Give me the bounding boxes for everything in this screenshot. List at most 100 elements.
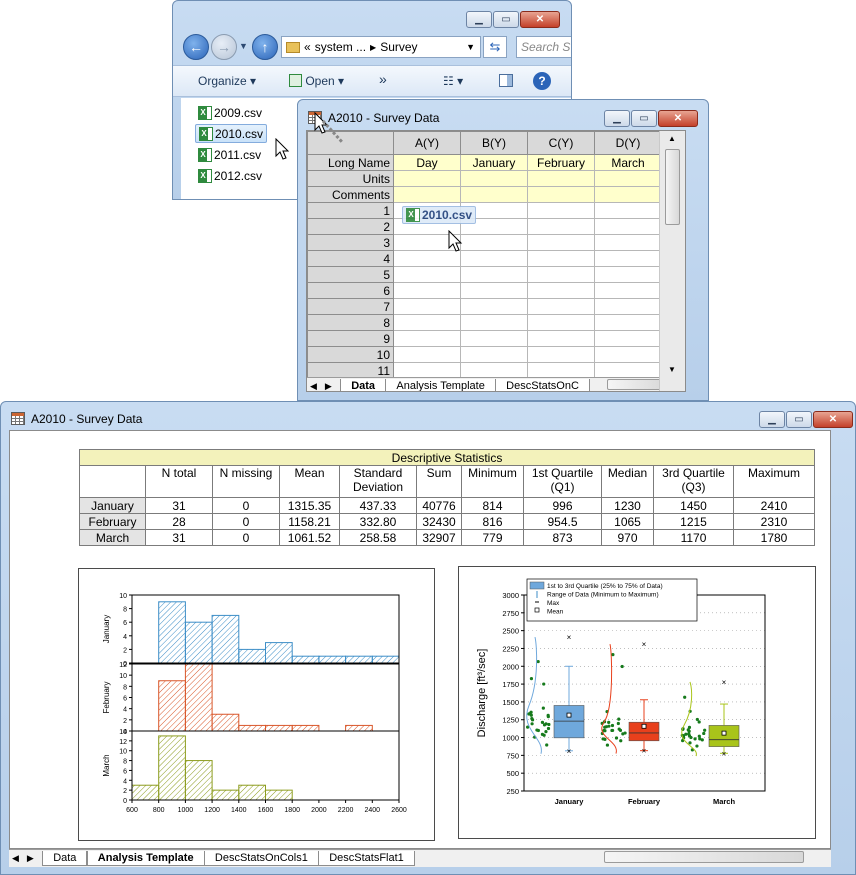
minimize-button[interactable]: ▁ [466, 11, 492, 28]
data-cell[interactable] [594, 346, 662, 363]
data-cell[interactable] [594, 218, 662, 235]
data-cell[interactable] [527, 234, 595, 251]
breadcrumb-parent[interactable]: system ... [315, 40, 366, 54]
close-button[interactable]: ✕ [813, 411, 853, 428]
row-label[interactable]: Long Name [307, 154, 394, 171]
data-cell[interactable] [594, 330, 662, 347]
units-cell[interactable] [393, 170, 461, 187]
data-cell[interactable] [527, 298, 595, 315]
vertical-scrollbar[interactable]: ▲ ▼ [659, 131, 685, 391]
row-number[interactable]: 3 [307, 234, 394, 251]
tab-nav-prev-icon[interactable]: ◀ [307, 381, 320, 391]
row-number[interactable]: 5 [307, 266, 394, 283]
units-cell[interactable] [527, 170, 595, 187]
data-cell[interactable] [594, 234, 662, 251]
tab-nav-next-icon[interactable]: ▶ [320, 381, 337, 391]
data-cell[interactable] [594, 314, 662, 331]
tab-data[interactable]: Data [42, 851, 88, 866]
data-cell[interactable] [527, 218, 595, 235]
column-header[interactable]: C(Y) [527, 131, 595, 155]
data-cell[interactable] [460, 282, 528, 299]
data-cell[interactable] [527, 202, 595, 219]
data-cell[interactable] [594, 202, 662, 219]
row-number[interactable]: 9 [307, 330, 394, 347]
units-cell[interactable] [594, 170, 662, 187]
data-cell[interactable] [393, 298, 461, 315]
scroll-down-icon[interactable]: ▼ [668, 365, 676, 374]
maximize-button[interactable]: ▭ [493, 11, 519, 28]
comments-cell[interactable] [460, 186, 528, 203]
comments-cell[interactable] [594, 186, 662, 203]
column-header[interactable]: B(Y) [460, 131, 528, 155]
file-item[interactable]: 2012.csv [195, 166, 265, 185]
data-cell[interactable] [460, 346, 528, 363]
long-name-cell[interactable]: March [594, 154, 662, 171]
row-label[interactable]: Units [307, 170, 394, 187]
row-number[interactable]: 6 [307, 282, 394, 299]
comments-cell[interactable] [527, 186, 595, 203]
data-cell[interactable] [594, 250, 662, 267]
row-number[interactable]: 10 [307, 346, 394, 363]
histogram-graph[interactable]: 0 2 4 6 8 10 January 0 2 4 6 8 10 12 February 0 2 4 6 8 10 12… [78, 568, 435, 841]
tab-descstatsflat1[interactable]: DescStatsFlat1 [318, 851, 415, 866]
column-header[interactable]: A(Y) [393, 131, 461, 155]
help-icon[interactable]: ? [533, 72, 551, 90]
row-label[interactable]: Comments [307, 186, 394, 203]
file-item-selected[interactable]: 2010.csv [195, 124, 268, 143]
data-cell[interactable] [393, 330, 461, 347]
search-input[interactable]: Search S [516, 36, 571, 58]
data-cell[interactable] [460, 298, 528, 315]
data-cell[interactable] [527, 314, 595, 331]
recent-pages-chevron-icon[interactable]: ▼ [239, 41, 248, 51]
data-cell[interactable] [460, 234, 528, 251]
address-bar[interactable]: « system ... ▶ Survey ▼ [281, 36, 481, 58]
maximize-button[interactable]: ▭ [631, 110, 657, 127]
close-button[interactable]: ✕ [658, 110, 698, 127]
view-options-icon[interactable]: ☷ ▾ [443, 74, 463, 88]
data-cell[interactable] [527, 266, 595, 283]
forward-button[interactable]: → [211, 34, 237, 60]
data-cell[interactable] [527, 250, 595, 267]
tab-analysis-template[interactable]: Analysis Template [385, 379, 496, 391]
units-cell[interactable] [460, 170, 528, 187]
data-cell[interactable] [594, 298, 662, 315]
comments-cell[interactable] [393, 186, 461, 203]
tab-nav-next-icon[interactable]: ▶ [22, 853, 39, 863]
organize-menu[interactable]: Organize ▾ [198, 74, 256, 88]
data-cell[interactable] [460, 330, 528, 347]
data-cell[interactable] [527, 346, 595, 363]
minimize-button[interactable]: ▁ [759, 411, 785, 428]
file-item[interactable]: 2009.csv [195, 103, 265, 122]
data-cell[interactable] [460, 266, 528, 283]
worksheet-grid[interactable]: A(Y) B(Y) C(Y) D(Y) Long Name Day Januar… [306, 130, 686, 392]
row-number[interactable]: 7 [307, 298, 394, 315]
long-name-cell[interactable]: January [460, 154, 528, 171]
up-button[interactable]: ↑ [252, 34, 278, 60]
data-cell[interactable] [393, 282, 461, 299]
address-dropdown-icon[interactable]: ▼ [466, 42, 475, 52]
data-cell[interactable] [393, 314, 461, 331]
horizontal-scrollbar-thumb[interactable] [607, 379, 659, 390]
minimize-button[interactable]: ▁ [604, 110, 630, 127]
boxplot-graph[interactable]: 250 500 750 1000 1250 1500 1750 2000 2250 2500 275… [458, 566, 816, 839]
horizontal-scrollbar-thumb[interactable] [604, 851, 805, 863]
data-cell[interactable] [393, 346, 461, 363]
row-number[interactable]: 8 [307, 314, 394, 331]
row-number[interactable]: 4 [307, 250, 394, 267]
tab-descstats[interactable]: DescStatsOnC [495, 379, 590, 391]
maximize-button[interactable]: ▭ [786, 411, 812, 428]
row-number[interactable]: 1 [307, 202, 394, 219]
scrollbar-thumb[interactable] [665, 149, 680, 225]
breadcrumb-current[interactable]: Survey [380, 40, 417, 54]
refresh-button[interactable]: ⇆ [483, 36, 507, 58]
long-name-cell[interactable]: Day [393, 154, 461, 171]
data-cell[interactable] [460, 250, 528, 267]
data-cell[interactable] [393, 266, 461, 283]
file-item[interactable]: 2011.csv [195, 145, 264, 164]
data-cell[interactable] [527, 330, 595, 347]
data-cell[interactable] [594, 266, 662, 283]
row-number[interactable]: 2 [307, 218, 394, 235]
open-menu[interactable]: Open ▾ [289, 74, 344, 88]
scroll-up-icon[interactable]: ▲ [668, 134, 676, 143]
more-commands-button[interactable]: » [379, 71, 387, 87]
